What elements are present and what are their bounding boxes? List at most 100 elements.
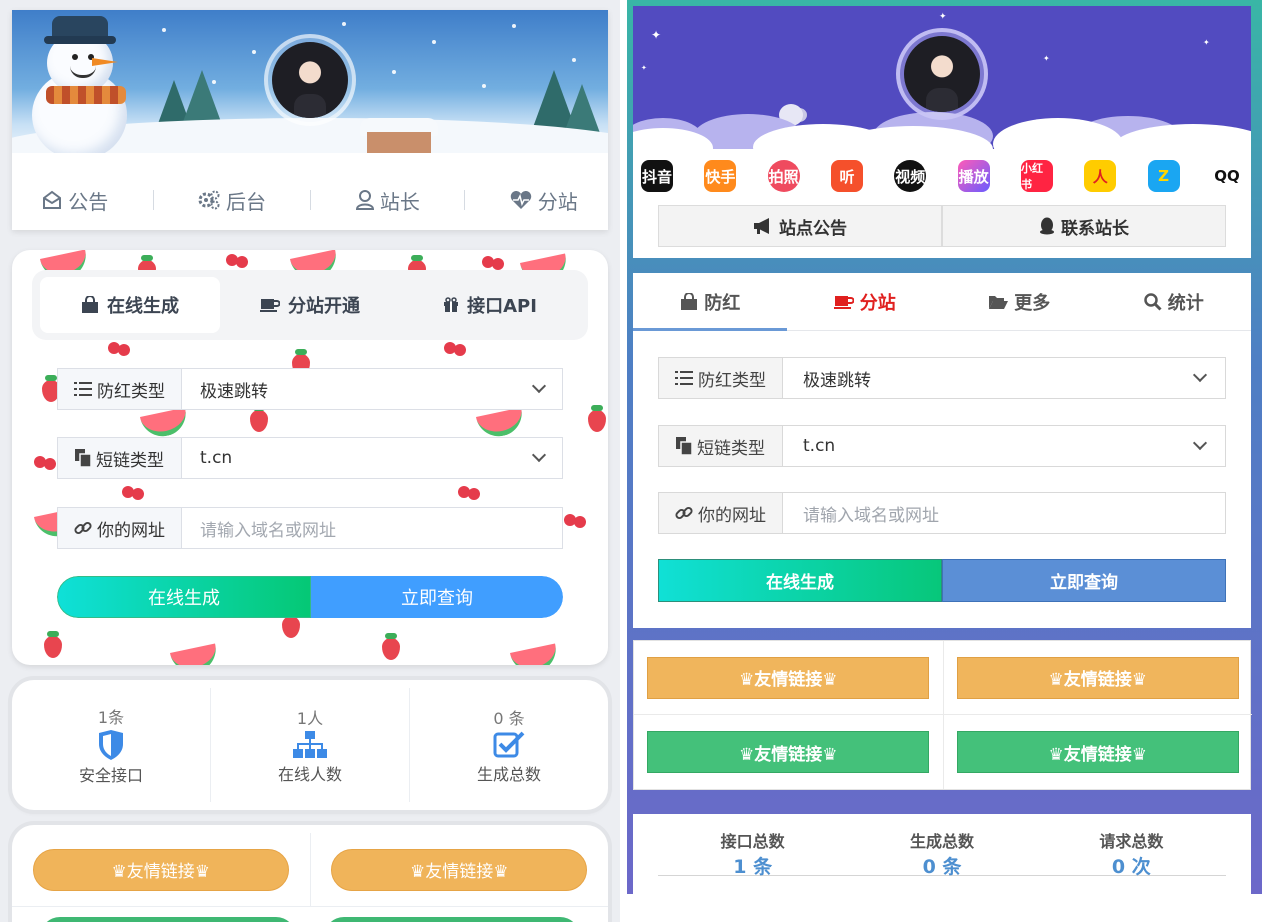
stat-value: 0 条	[922, 856, 962, 878]
search-icon	[1144, 292, 1162, 311]
tab-api[interactable]: 接口API	[400, 277, 580, 333]
avatar	[264, 34, 356, 126]
qzone-app-icon[interactable]: Z	[1147, 160, 1180, 192]
contact-webmaster-label: 联系站长	[1061, 218, 1129, 239]
anti-block-type-value-box[interactable]: 极速跳转	[182, 369, 562, 409]
nav-webmaster-label: 站长	[379, 189, 420, 214]
coffee-icon	[260, 297, 280, 313]
friend-link-button[interactable]: ♛友情链接♛	[956, 656, 1239, 699]
short-link-type-select[interactable]: 短链类型 t.cn	[658, 425, 1226, 467]
header-card: ✦ ✦ ✦ ✦ ✦ 抖音 快手 拍照 听 视频 播放 小红书 人 Z QQ 站点…	[633, 6, 1251, 258]
nav-divider	[310, 190, 312, 210]
character-app-icon[interactable]: 人	[1084, 160, 1117, 192]
chevron-down-icon	[1192, 367, 1208, 383]
anti-block-type-value-box[interactable]: 极速跳转	[783, 358, 1225, 398]
bottom-strip	[627, 894, 1262, 922]
nav-divider	[464, 190, 466, 210]
video-app-icon[interactable]: 视频	[894, 160, 927, 192]
nav-webmaster[interactable]: 站长	[340, 186, 436, 215]
tab-online-generate-label: 在线生成	[107, 296, 179, 317]
nav-substation[interactable]: 分站	[494, 186, 594, 215]
stat-total-requests: 请求总数 0 次	[1037, 828, 1226, 878]
listen-app-icon[interactable]: 听	[830, 160, 863, 192]
notice-contact-row: 站点公告 联系站长	[658, 205, 1226, 247]
douyin-app-icon[interactable]: 抖音	[641, 160, 673, 192]
generator-tabs: 在线生成 分站开通 接口API	[32, 270, 588, 340]
short-link-type-label: 短链类型	[96, 450, 164, 471]
shopping-bag-icon	[680, 292, 698, 311]
friend-link-button[interactable]: ♛友情链接♛	[647, 731, 930, 773]
envelope-open-icon	[42, 190, 62, 210]
kuaishou-app-icon[interactable]: 快手	[704, 160, 737, 192]
anti-block-type-value: 极速跳转	[803, 370, 871, 391]
tab-anti-block-label: 防红	[704, 292, 741, 314]
stat-value: 1 条	[733, 856, 773, 878]
camera-app-icon[interactable]: 拍照	[767, 160, 800, 192]
avatar	[896, 28, 988, 120]
tab-substation[interactable]: 分站	[788, 273, 943, 330]
friend-link-button[interactable]: ♛友情链接♛	[32, 848, 289, 891]
right-theme-pane: ✦ ✦ ✦ ✦ ✦ 抖音 快手 拍照 听 视频 播放 小红书 人 Z QQ 站点…	[627, 0, 1262, 894]
online-generate-button[interactable]: 在线生成	[658, 559, 942, 602]
nav-admin[interactable]: 后台	[182, 186, 282, 215]
tab-online-generate[interactable]: 在线生成	[40, 277, 220, 333]
friend-links-card: ♛友情链接♛ ♛友情链接♛ ♛友情链接♛ ♛友情链接♛	[633, 640, 1252, 790]
short-link-type-value: t.cn	[200, 448, 233, 468]
heartbeat-icon	[510, 190, 532, 210]
short-link-type-value-box[interactable]: t.cn	[783, 426, 1225, 466]
stat-label: 在线人数	[277, 765, 342, 784]
stats-card: 接口总数 1 条 生成总数 0 条 请求总数 0 次	[633, 814, 1251, 894]
tab-more-label: 更多	[1014, 292, 1051, 314]
tab-substation-label: 分站	[859, 292, 896, 314]
friend-link-button-partial[interactable]	[40, 917, 296, 922]
tab-substation-open[interactable]: 分站开通	[220, 277, 400, 333]
query-now-button[interactable]: 立即查询	[311, 576, 563, 618]
nav-divider	[152, 190, 154, 210]
stat-safe-interfaces: 1条 安全接口	[12, 688, 211, 802]
app-icon-strip: 抖音 快手 拍照 听 视频 播放 小红书 人 Z QQ	[633, 151, 1251, 201]
generator-tabs: 防红 分站 更多 统计	[633, 273, 1251, 331]
url-input[interactable]: 请输入域名或网址	[783, 493, 1225, 533]
chevron-down-icon	[531, 378, 547, 394]
url-input[interactable]: 请输入域名或网址	[182, 508, 562, 548]
short-link-type-select[interactable]: 短链类型 t.cn	[57, 437, 563, 479]
friend-link-button-partial[interactable]	[324, 917, 580, 922]
query-now-button[interactable]: 立即查询	[942, 559, 1226, 602]
gears-icon	[198, 190, 220, 210]
short-link-type-value-box[interactable]: t.cn	[182, 438, 562, 478]
play-app-icon[interactable]: 播放	[957, 160, 990, 192]
anti-block-type-addon: 防红类型	[58, 369, 182, 409]
shield-icon	[98, 730, 124, 760]
tab-api-label: 接口API	[467, 296, 537, 317]
url-field[interactable]: 你的网址 请输入域名或网址	[57, 507, 563, 549]
tab-statistics[interactable]: 统计	[1097, 273, 1252, 330]
friend-links-row: ♛友情链接♛ ♛友情链接♛	[634, 715, 1252, 789]
url-field[interactable]: 你的网址 请输入域名或网址	[658, 492, 1226, 534]
contact-webmaster-button[interactable]: 联系站长	[942, 205, 1226, 247]
nav-notice[interactable]: 公告	[26, 186, 124, 215]
friend-link-button[interactable]: ♛友情链接♛	[331, 848, 588, 891]
list-ol-icon	[74, 381, 92, 397]
url-label: 你的网址	[97, 520, 165, 541]
site-notice-button[interactable]: 站点公告	[658, 205, 942, 247]
short-link-type-addon: 短链类型	[659, 426, 783, 466]
friend-link-cell: ♛友情链接♛	[944, 715, 1253, 789]
shopping-bag-icon	[81, 296, 99, 314]
friend-link-cell: ♛友情链接♛	[311, 833, 609, 906]
copy-icon	[75, 449, 91, 467]
qq-app-icon[interactable]: QQ	[1210, 160, 1243, 192]
left-theme-pane: 公告 后台 站长 分站 在线生成 分站开通 接口API 防红类型 极速跳转 短链…	[0, 0, 620, 922]
anti-block-type-label: 防红类型	[97, 381, 165, 402]
tab-anti-block[interactable]: 防红	[633, 273, 788, 330]
stat-label: 生成总数	[909, 832, 974, 851]
tab-more[interactable]: 更多	[942, 273, 1097, 330]
copy-icon	[676, 437, 692, 455]
anti-block-type-select[interactable]: 防红类型 极速跳转	[57, 368, 563, 410]
anti-block-type-select[interactable]: 防红类型 极速跳转	[658, 357, 1226, 399]
night-sky-banner: ✦ ✦ ✦ ✦ ✦	[633, 6, 1251, 149]
xiaohongshu-app-icon[interactable]: 小红书	[1020, 160, 1053, 192]
online-generate-button[interactable]: 在线生成	[57, 576, 311, 618]
anti-block-type-value: 极速跳转	[200, 381, 268, 402]
friend-link-button[interactable]: ♛友情链接♛	[647, 656, 930, 699]
friend-link-button[interactable]: ♛友情链接♛	[956, 731, 1239, 773]
